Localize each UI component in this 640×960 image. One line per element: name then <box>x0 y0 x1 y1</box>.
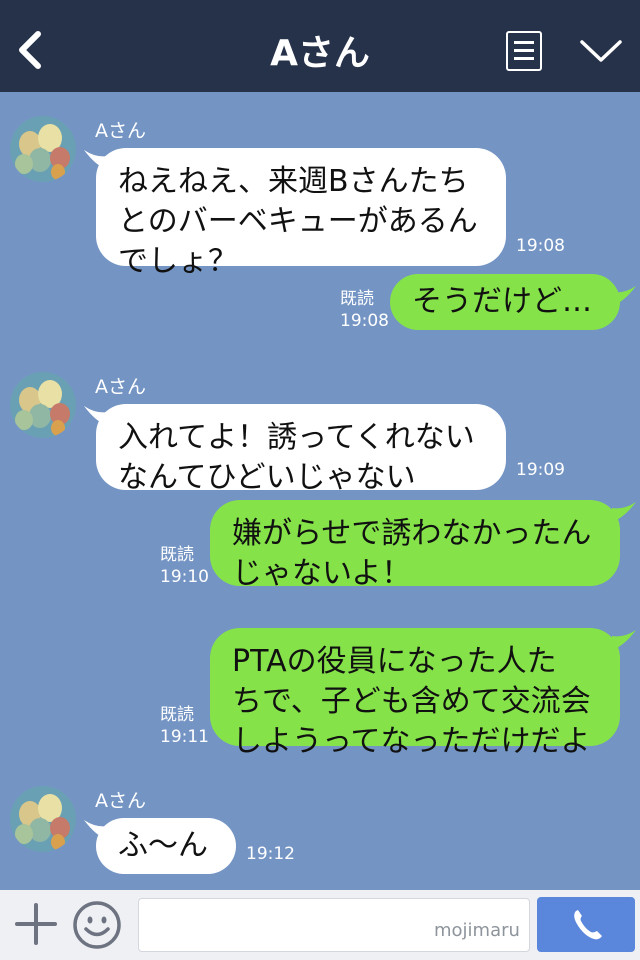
plus-icon <box>15 903 57 945</box>
emoji-button[interactable] <box>72 900 122 950</box>
message-time: 19:08 <box>340 311 389 331</box>
message-bubble[interactable]: 嫌がらせで誘わなかったん じゃないよ！ <box>210 500 620 591</box>
read-label: 既読 <box>160 545 194 565</box>
menu-list-icon <box>514 41 534 44</box>
sender-name: Aさん <box>95 376 146 398</box>
call-button[interactable] <box>537 897 635 952</box>
chat-title: Aさん <box>270 33 370 74</box>
read-label: 既読 <box>340 289 374 309</box>
balloons-avatar-icon <box>10 372 76 438</box>
message-input[interactable] <box>138 898 530 952</box>
read-status: 既読 19:08 <box>340 288 389 332</box>
chat-header: Aさん <box>0 0 640 92</box>
menu-line <box>514 57 534 60</box>
bubble-tail <box>612 502 636 522</box>
menu-line <box>514 49 534 52</box>
avatar[interactable] <box>10 116 76 182</box>
bubble-tail <box>612 630 636 650</box>
read-status: 既読 19:10 <box>160 544 209 588</box>
phone-icon <box>574 910 602 940</box>
message-bubble[interactable]: そうだけど… <box>390 274 620 330</box>
message-bubble[interactable]: PTAの役員になった人た ちで、子ども含めて交流会 しようってなっただけだよ <box>210 628 620 759</box>
message-time: 19:10 <box>160 567 209 587</box>
chat-area[interactable]: Aさん ねえねえ、来週Bさんたち とのバーベキューがあるん でしょ？ 19:08… <box>0 92 640 890</box>
input-bar: mojimaru <box>0 890 640 960</box>
bubble-tail <box>612 286 636 306</box>
chevron-down-icon <box>580 40 622 62</box>
sender-name: Aさん <box>95 120 146 142</box>
sender-name: Aさん <box>95 790 146 812</box>
read-status: 既読 19:11 <box>160 704 209 748</box>
read-label: 既読 <box>160 705 194 725</box>
back-button[interactable] <box>12 26 52 74</box>
message-time: 19:09 <box>516 460 565 480</box>
add-button[interactable] <box>14 902 58 946</box>
balloons-avatar-icon <box>10 116 76 182</box>
message-time: 19:12 <box>246 844 295 864</box>
menu-button[interactable] <box>506 31 542 71</box>
message-time: 19:08 <box>516 236 565 256</box>
message-bubble[interactable]: ふ〜ん <box>96 818 236 874</box>
message-time: 19:11 <box>160 727 209 747</box>
message-bubble[interactable]: ねえねえ、来週Bさんたち とのバーベキューがあるん でしょ？ <box>96 148 506 279</box>
message-bubble[interactable]: 入れてよ！誘ってくれない なんてひどいじゃない <box>96 404 506 495</box>
collapse-button[interactable] <box>578 36 624 66</box>
balloons-avatar-icon <box>10 786 76 852</box>
chevron-left-icon <box>19 31 41 69</box>
avatar[interactable] <box>10 786 76 852</box>
smile-icon <box>73 901 121 949</box>
avatar[interactable] <box>10 372 76 438</box>
